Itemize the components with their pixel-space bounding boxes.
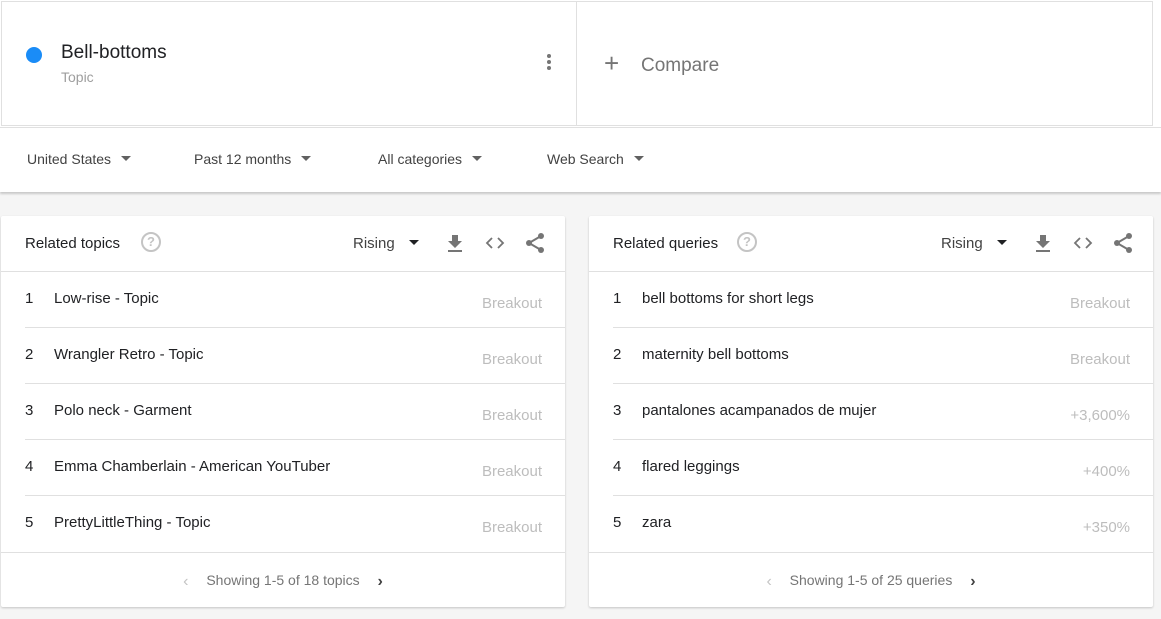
caret-down-icon	[996, 239, 1007, 245]
compare-button[interactable]: + Compare	[576, 1, 1153, 126]
item-label[interactable]: PrettyLittleThing - Topic	[54, 514, 210, 531]
time-range-label: Past 12 months	[194, 151, 292, 167]
item-rank: 3	[25, 402, 34, 419]
card-title: Related queries	[613, 235, 719, 252]
list-item: 3 pantalones acampanados de mujer +3,600…	[613, 384, 1153, 440]
card-title: Related topics	[25, 235, 121, 252]
sort-dropdown[interactable]: Rising	[941, 235, 1007, 252]
item-rank: 4	[25, 458, 34, 475]
list-item: 1 bell bottoms for short legs Breakout	[613, 272, 1153, 328]
next-page-icon[interactable]: ›	[378, 573, 383, 591]
download-icon[interactable]	[444, 232, 466, 254]
list-item: 5 zara +350%	[613, 496, 1153, 552]
search-type-dropdown[interactable]: Web Search	[547, 151, 644, 167]
filter-bar: United States Past 12 months All categor…	[0, 127, 1161, 191]
item-label[interactable]: maternity bell bottoms	[642, 346, 789, 363]
list-item: 4 Emma Chamberlain - American YouTuber B…	[25, 440, 565, 496]
list-item: 2 Wrangler Retro - Topic Breakout	[25, 328, 565, 384]
card-header: Related topics ? Rising	[1, 216, 565, 272]
item-label[interactable]: pantalones acampanados de mujer	[642, 402, 876, 419]
share-icon[interactable]	[1112, 232, 1134, 254]
category-label: All categories	[378, 151, 463, 167]
sort-label: Rising	[941, 235, 983, 252]
card-header: Related queries ? Rising	[589, 216, 1153, 272]
share-icon[interactable]	[524, 232, 546, 254]
item-label[interactable]: Emma Chamberlain - American YouTuber	[54, 458, 330, 475]
pagination: ‹ Showing 1-5 of 18 topics ›	[1, 552, 565, 607]
term-type: Topic	[61, 69, 94, 85]
item-rank: 2	[25, 346, 34, 363]
item-value: Breakout	[1069, 295, 1130, 312]
item-rank: 4	[613, 458, 622, 475]
pagination: ‹ Showing 1-5 of 25 queries ›	[589, 552, 1153, 607]
next-page-icon[interactable]: ›	[970, 573, 975, 591]
item-label[interactable]: Polo neck - Garment	[54, 402, 192, 419]
item-rank: 5	[25, 514, 34, 531]
plus-icon: +	[604, 48, 620, 78]
term-row: Bell-bottoms Topic + Compare	[0, 0, 1161, 127]
more-options-icon[interactable]	[542, 54, 556, 74]
item-rank: 5	[613, 514, 622, 531]
prev-page-icon[interactable]: ‹	[183, 573, 188, 591]
item-value: Breakout	[481, 463, 542, 480]
item-label[interactable]: Wrangler Retro - Topic	[54, 346, 204, 363]
sort-dropdown[interactable]: Rising	[353, 235, 419, 252]
item-value: +3,600%	[1070, 407, 1130, 424]
item-rank: 2	[613, 346, 622, 363]
sort-label: Rising	[353, 235, 395, 252]
item-label[interactable]: Low-rise - Topic	[54, 290, 159, 307]
compare-label: Compare	[641, 55, 720, 76]
download-icon[interactable]	[1032, 232, 1054, 254]
related-queries-card: Related queries ? Rising 1 bell bottoms …	[589, 216, 1153, 607]
search-term-card[interactable]: Bell-bottoms Topic	[1, 1, 577, 126]
header-panel: Bell-bottoms Topic + Compare United Stat…	[0, 0, 1161, 192]
related-topics-card: Related topics ? Rising 1 Low-rise - Top…	[1, 216, 565, 607]
pager-text: Showing 1-5 of 25 queries	[789, 572, 953, 588]
item-rank: 1	[25, 290, 34, 307]
item-value: Breakout	[481, 519, 542, 536]
caret-down-icon	[121, 155, 132, 161]
item-value: Breakout	[1069, 351, 1130, 368]
item-value: +350%	[1082, 519, 1130, 536]
term-color-dot-icon	[26, 47, 42, 63]
list-item: 4 flared leggings +400%	[613, 440, 1153, 496]
region-label: United States	[27, 151, 112, 167]
caret-down-icon	[633, 155, 644, 161]
caret-down-icon	[472, 155, 483, 161]
list-item: 3 Polo neck - Garment Breakout	[25, 384, 565, 440]
term-name[interactable]: Bell-bottoms	[61, 42, 167, 64]
region-dropdown[interactable]: United States	[27, 151, 132, 167]
pager-text: Showing 1-5 of 18 topics	[206, 572, 360, 588]
item-value: +400%	[1082, 463, 1130, 480]
item-rank: 3	[613, 402, 622, 419]
caret-down-icon	[408, 239, 419, 245]
item-label[interactable]: flared leggings	[642, 458, 740, 475]
item-value: Breakout	[481, 407, 542, 424]
caret-down-icon	[301, 155, 312, 161]
item-label[interactable]: bell bottoms for short legs	[642, 290, 814, 307]
list-item: 5 PrettyLittleThing - Topic Breakout	[25, 496, 565, 552]
prev-page-icon[interactable]: ‹	[766, 573, 771, 591]
category-dropdown[interactable]: All categories	[378, 151, 483, 167]
help-icon[interactable]: ?	[141, 232, 161, 252]
item-label[interactable]: zara	[642, 514, 671, 531]
search-type-label: Web Search	[547, 151, 624, 167]
item-rank: 1	[613, 290, 622, 307]
item-value: Breakout	[481, 351, 542, 368]
list-item: 1 Low-rise - Topic Breakout	[25, 272, 565, 328]
time-range-dropdown[interactable]: Past 12 months	[194, 151, 312, 167]
embed-code-icon[interactable]	[484, 232, 506, 254]
help-icon[interactable]: ?	[737, 232, 757, 252]
item-value: Breakout	[481, 295, 542, 312]
list-item: 2 maternity bell bottoms Breakout	[613, 328, 1153, 384]
embed-code-icon[interactable]	[1072, 232, 1094, 254]
